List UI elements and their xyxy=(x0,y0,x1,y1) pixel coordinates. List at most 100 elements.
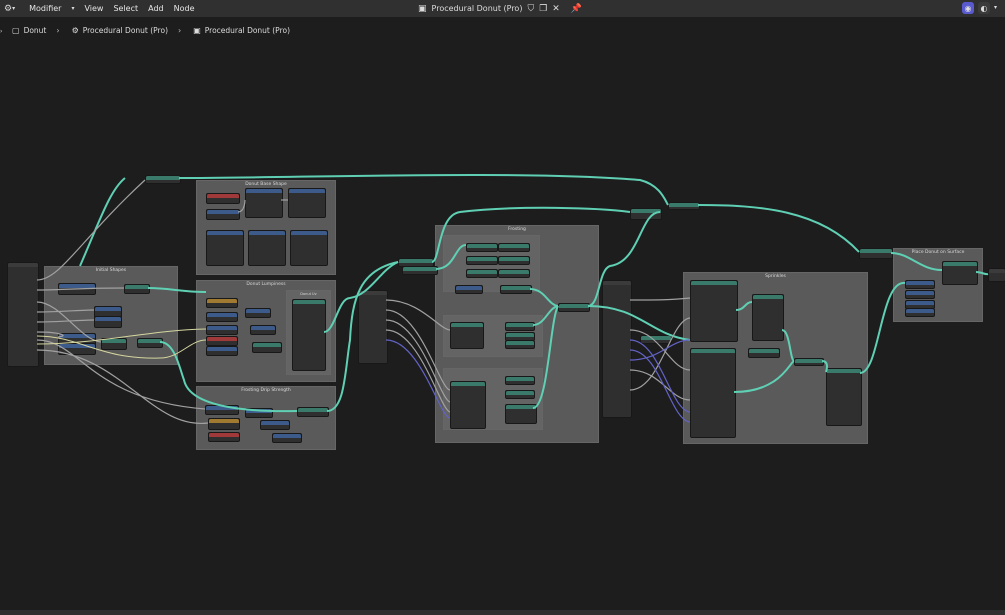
node-lump-3[interactable] xyxy=(245,308,271,318)
node-frost-4[interactable] xyxy=(498,256,530,265)
breadcrumb-group-label: Procedural Donut (Pro) xyxy=(204,25,291,35)
bottom-edge xyxy=(0,610,1005,615)
node-frost-5[interactable] xyxy=(466,269,498,278)
tree-name[interactable]: Procedural Donut (Pro) xyxy=(432,4,523,13)
node-sprinkle-1[interactable] xyxy=(640,335,672,344)
node-base-4[interactable] xyxy=(288,188,326,218)
node-sprinkle-5[interactable] xyxy=(748,348,780,358)
node-lump-8[interactable] xyxy=(252,342,282,353)
node-frost-16[interactable] xyxy=(505,404,537,424)
node-frost-8[interactable] xyxy=(500,285,532,294)
node-initial-8[interactable] xyxy=(137,338,163,348)
node-frost-3[interactable] xyxy=(466,256,498,265)
node-lump-4[interactable] xyxy=(206,325,238,335)
node-sprinkle-7[interactable] xyxy=(826,368,862,426)
close-icon[interactable]: ✕ xyxy=(552,4,560,14)
group-input-node-2[interactable] xyxy=(358,290,388,364)
node-top-toggle[interactable] xyxy=(145,175,181,184)
breadcrumb-modifier-label: Procedural Donut (Pro) xyxy=(82,25,168,35)
node-place-3[interactable] xyxy=(905,290,935,299)
menu-view[interactable]: View xyxy=(84,4,103,13)
node-lump-2[interactable] xyxy=(206,312,238,322)
node-frost-9[interactable] xyxy=(450,322,484,349)
node-base-6[interactable] xyxy=(248,230,286,266)
menu-node[interactable]: Node xyxy=(174,4,195,13)
fake-user-shield-icon[interactable]: ⛉ xyxy=(527,4,534,14)
node-frost-13[interactable] xyxy=(450,381,486,429)
overlay-toggle-icon[interactable]: ◐ xyxy=(977,2,990,14)
frame-label: Frosting xyxy=(508,227,526,232)
node-drip-4[interactable] xyxy=(260,420,290,430)
group-input-node[interactable] xyxy=(7,262,39,367)
node-sprinkle-6[interactable] xyxy=(794,358,824,366)
duplicate-icon[interactable]: ❐ xyxy=(539,4,547,14)
node-drip-7[interactable] xyxy=(297,407,329,417)
node-drip-1[interactable] xyxy=(205,405,239,415)
pin-icon[interactable]: 📌 xyxy=(571,4,582,14)
chevron-down-icon: ▾ xyxy=(12,5,16,12)
node-frost-14[interactable] xyxy=(505,376,535,385)
node-initial-6[interactable] xyxy=(101,338,127,350)
top-header: ⚙ ▾ Modifier ▾ View Select Add Node ▣ Pr… xyxy=(0,0,1005,17)
node-frost-2[interactable] xyxy=(498,243,530,252)
frame-label: Place Donut on Surface xyxy=(911,250,965,255)
node-frost-12[interactable] xyxy=(505,340,535,349)
node-lump-7[interactable] xyxy=(206,346,238,356)
sidebar-toggle-icon[interactable]: › xyxy=(0,28,2,35)
node-frost-10[interactable] xyxy=(505,322,535,331)
node-drip-2[interactable] xyxy=(245,408,273,418)
node-drip-5[interactable] xyxy=(208,432,240,442)
node-drip-6[interactable] xyxy=(272,433,302,443)
frame-label: Donut Lumpiness xyxy=(246,282,286,287)
node-tree-icon[interactable]: ▣ xyxy=(418,4,427,14)
chevron-down-icon[interactable]: ▾ xyxy=(994,4,997,14)
node-base-3[interactable] xyxy=(245,188,283,218)
node-frost-join[interactable] xyxy=(558,303,590,312)
frame-label: Donut Uv xyxy=(300,292,317,296)
node-tree-icon: ▣ xyxy=(193,25,201,35)
chevron-right-icon: › xyxy=(56,25,60,35)
node-uv-1[interactable] xyxy=(292,299,326,371)
node-initial-3[interactable] xyxy=(94,316,122,328)
node-editor-icon: ⚙ xyxy=(4,3,13,14)
node-sprinkle-2[interactable] xyxy=(690,280,738,342)
node-initial-7[interactable] xyxy=(124,284,150,294)
gizmo-toggle-icon[interactable]: ◉ xyxy=(961,2,974,14)
node-initial-5[interactable] xyxy=(58,343,96,355)
node-place-5[interactable] xyxy=(905,308,935,317)
node-base-5[interactable] xyxy=(206,230,244,266)
node-initial-1[interactable] xyxy=(58,283,96,295)
breadcrumb-group: ▣ Procedural Donut (Pro) xyxy=(193,26,290,35)
group-input-node-3[interactable] xyxy=(602,280,632,418)
node-base-7[interactable] xyxy=(290,230,328,266)
node-place-2[interactable] xyxy=(905,280,935,289)
node-frost-1[interactable] xyxy=(466,243,498,252)
node-base-1[interactable] xyxy=(206,193,240,204)
node-frost-7[interactable] xyxy=(455,285,483,294)
editor-type-dropdown[interactable]: ⚙ ▾ xyxy=(4,4,15,14)
modifier-icon: ⚙ xyxy=(71,25,79,35)
node-base-2[interactable] xyxy=(206,209,240,220)
node-place-1[interactable] xyxy=(859,248,893,259)
node-place-6[interactable] xyxy=(942,261,978,285)
frame-label: Frosting Drip Strength xyxy=(241,388,291,393)
node-editor-canvas[interactable]: Initial Shapes Donut Base Shape Donut Lu… xyxy=(0,40,1005,610)
node-frost-15[interactable] xyxy=(505,390,535,399)
node-frost-toggle[interactable] xyxy=(668,202,700,210)
menu-modifier[interactable]: Modifier xyxy=(29,4,61,13)
node-lump-6[interactable] xyxy=(206,336,238,346)
menu-select[interactable]: Select xyxy=(113,4,138,13)
node-frost-switch[interactable] xyxy=(630,208,662,220)
menu-add[interactable]: Add xyxy=(148,4,164,13)
frame-label: Initial Shapes xyxy=(95,268,127,273)
node-lump-5[interactable] xyxy=(250,325,276,335)
group-output-node[interactable] xyxy=(988,268,1005,282)
node-mid-2[interactable] xyxy=(402,266,438,275)
breadcrumb-object: ▢ Donut xyxy=(12,26,46,35)
node-sprinkle-4[interactable] xyxy=(752,294,784,341)
node-lump-1[interactable] xyxy=(206,298,238,308)
node-sprinkle-3[interactable] xyxy=(690,348,736,438)
chevron-down-icon[interactable]: ▾ xyxy=(71,5,74,12)
node-drip-3[interactable] xyxy=(208,418,240,430)
node-frost-6[interactable] xyxy=(498,269,530,278)
